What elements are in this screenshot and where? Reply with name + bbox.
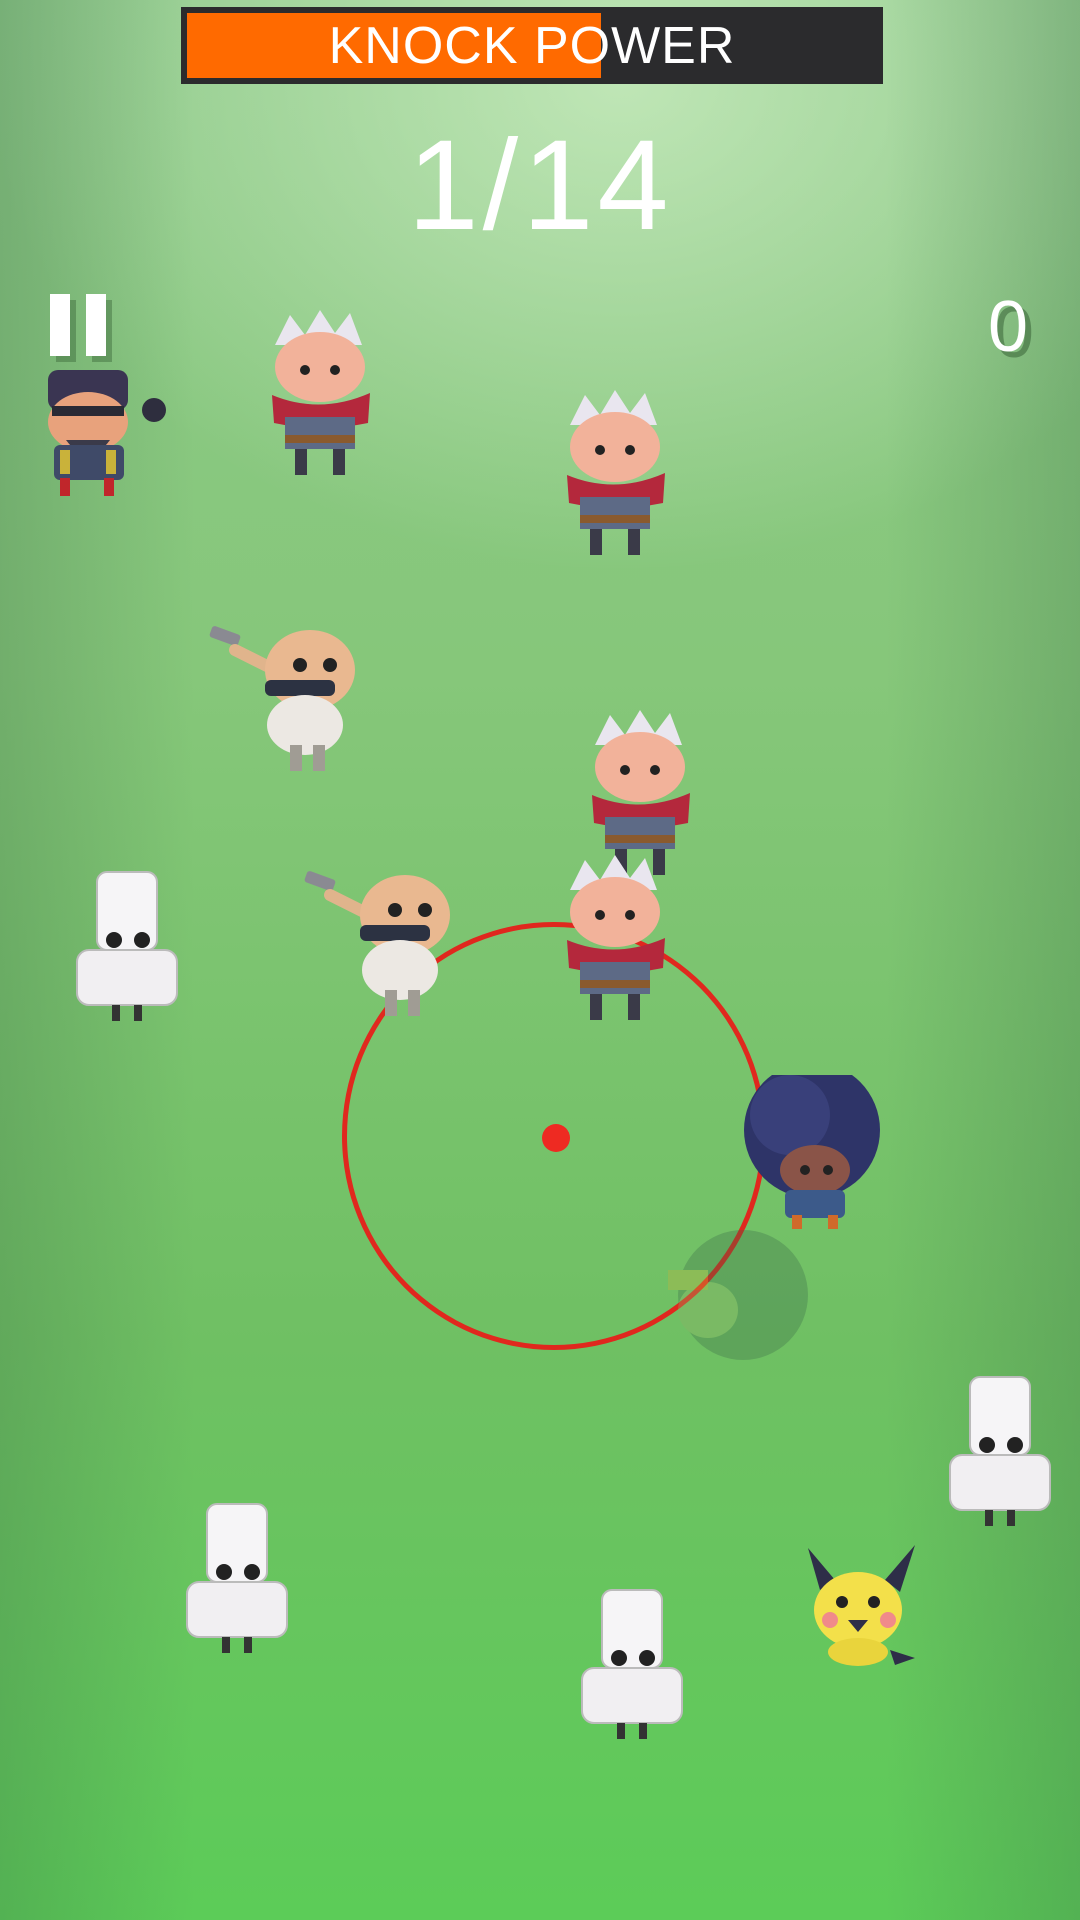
knock-power-bar: KNOCK POWER — [181, 7, 883, 84]
target-center-dot[interactable] — [542, 1124, 570, 1152]
score-counter: 0 — [987, 287, 1028, 367]
paper-bag-scientist-enemy[interactable] — [935, 1375, 1065, 1530]
paper-bag-scientist-enemy[interactable] — [567, 1588, 697, 1743]
paper-bag-scientist-enemy[interactable] — [62, 870, 192, 1025]
bald-gunman-enemy[interactable] — [300, 870, 470, 1020]
paper-bag-scientist-enemy[interactable] — [172, 1502, 302, 1657]
white-haired-bandit-enemy[interactable] — [545, 385, 685, 560]
level-progress: 1/14 — [407, 114, 673, 257]
bald-gunman-enemy[interactable] — [205, 625, 375, 775]
white-haired-bandit-enemy[interactable] — [250, 305, 390, 480]
pause-icon-bar — [86, 294, 106, 356]
ghost-afro-character — [648, 1230, 808, 1380]
pause-icon — [50, 294, 70, 356]
afro-character-enemy[interactable] — [740, 1075, 890, 1230]
white-haired-bandit-enemy[interactable] — [545, 850, 685, 1025]
knock-power-label: KNOCK POWER — [328, 16, 736, 75]
pirate-bomber-enemy[interactable] — [26, 350, 176, 500]
pikachu-like-creature[interactable] — [790, 1540, 920, 1670]
pause-button[interactable] — [50, 294, 106, 356]
